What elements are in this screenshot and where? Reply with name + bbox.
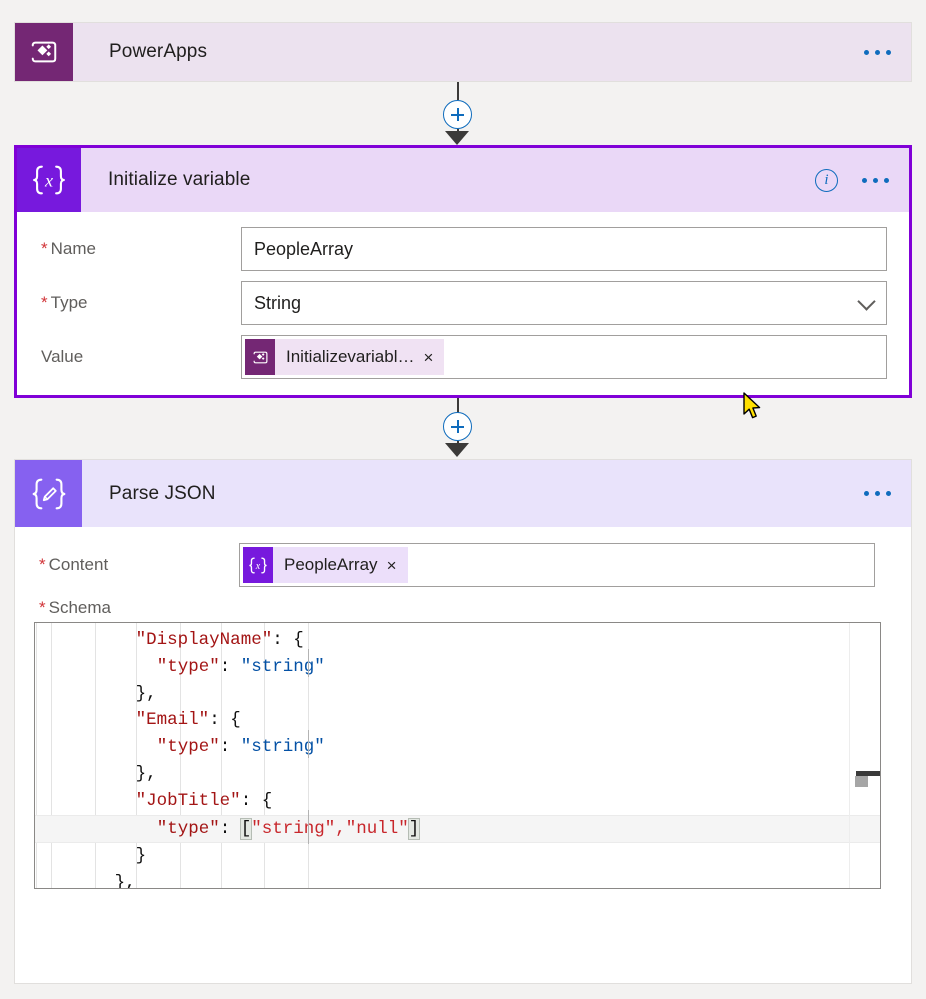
trigger-header-actions [860,23,895,81]
parse-json-title: Parse JSON [109,482,216,504]
initialize-variable-more-menu-button[interactable] [858,172,893,189]
dynamic-content-token[interactable]: x PeopleArray × [243,547,408,583]
flow-designer-canvas: PowerApps x Initialize variable i * Name… [0,0,926,999]
variable-braces-icon: x [17,148,81,212]
scroll-thumb[interactable] [855,776,868,787]
type-select-value: String [254,292,302,313]
code-line[interactable]: }, [35,870,880,889]
connector-2-arrowhead [445,443,469,457]
powerapps-icon [245,339,275,375]
code-token: "DisplayName" [135,630,273,650]
code-line[interactable]: "type": "string" [35,734,880,761]
code-token: "JobTitle" [135,790,241,811]
trigger-card-header[interactable]: PowerApps [15,23,911,81]
code-token: [ [239,817,253,840]
connector-1-line-top [457,82,459,100]
trigger-title: PowerApps [109,41,208,62]
code-line[interactable]: "DisplayName": { [35,627,880,654]
code-line[interactable]: } [35,843,880,870]
code-token: "type" [156,737,220,758]
code-token: "type" [156,656,220,677]
connector-2-line-bottom [457,441,459,447]
info-icon[interactable]: i [815,168,838,192]
initialize-variable-header-actions: i [815,148,893,212]
code-token: ] [407,817,421,840]
code-token: } [135,846,147,867]
token-label: PeopleArray [284,555,378,574]
code-token: : [219,656,241,677]
svg-text:x: x [255,561,261,572]
connector-1-add-step-button[interactable] [443,100,472,129]
action-card-initialize-variable[interactable]: x Initialize variable i * Name PeopleArr… [14,145,912,398]
close-icon[interactable]: × [387,557,408,574]
code-line[interactable]: }, [35,681,880,708]
parse-json-header[interactable]: Parse JSON [15,460,911,527]
code-line[interactable]: "JobTitle": { [35,788,880,815]
required-indicator: * [41,293,48,312]
svg-text:x: x [44,171,53,191]
field-label-value: Value [41,347,84,366]
token-label: Initializevariabl… [286,347,415,366]
code-token: : { [272,630,304,650]
code-token: : { [209,710,241,731]
trigger-card-powerapps[interactable]: PowerApps [14,22,912,82]
required-indicator: * [41,239,48,258]
field-label-type: * Type [41,293,88,312]
code-token: }, [135,683,157,704]
code-line[interactable]: "Email": { [35,707,880,734]
parse-json-pencil-icon [15,460,82,527]
code-token: : [219,737,241,758]
block-indent-guide [308,649,309,677]
chevron-down-icon [857,292,876,311]
code-token: }, [114,873,136,889]
schema-code-editor[interactable]: "DisplayName": {"type": "string"}, "Email… [34,622,881,889]
field-row-type: * Type String [17,276,909,330]
required-indicator: * [39,598,46,617]
code-token: "string" [240,656,325,677]
code-line[interactable]: "type": "string" [35,654,880,681]
powerapps-icon [15,23,73,81]
connector-1-arrowhead [445,131,469,145]
variable-braces-icon: x [243,547,273,583]
connector-1-line-bottom [457,129,459,135]
required-indicator: * [39,555,46,574]
field-row-name: * Name PeopleArray [17,222,909,276]
code-token: : { [240,790,273,811]
block-indent-guide [308,730,309,758]
code-token: "string" [240,737,325,758]
field-row-content: * Content x PeopleArray × [15,538,911,592]
code-token: "string","null" [251,818,409,839]
name-input[interactable]: PeopleArray [241,227,887,271]
field-label-schema: * Schema [39,598,111,617]
field-label-name: * Name [41,239,96,258]
initialize-variable-header[interactable]: x Initialize variable i [17,148,909,212]
trigger-more-menu-button[interactable] [860,44,895,61]
code-line[interactable]: "type": ["string","null"] [35,814,880,844]
code-token: "Email" [135,710,210,731]
code-token: "type" [156,818,220,839]
code-token: : [219,818,241,839]
dynamic-content-token[interactable]: Initializevariabl… × [245,339,445,375]
connector-2-add-step-button[interactable] [443,412,472,441]
block-indent-guide [308,810,309,844]
code-content[interactable]: "DisplayName": {"type": "string"}, "Email… [35,627,880,889]
value-input[interactable]: Initializevariabl… × [241,335,887,379]
content-input[interactable]: x PeopleArray × [239,543,875,587]
close-icon[interactable]: × [424,349,445,366]
initialize-variable-title: Initialize variable [108,169,251,190]
parse-json-header-actions [860,460,895,527]
code-token: }, [135,763,157,784]
parse-json-more-menu-button[interactable] [860,485,895,502]
code-line[interactable]: }, [35,761,880,788]
type-select[interactable]: String [241,281,887,325]
field-label-content: * Content [39,555,109,574]
field-row-value: Value Initializevariabl… × [17,330,909,384]
editor-vertical-scrollbar[interactable] [849,623,880,888]
